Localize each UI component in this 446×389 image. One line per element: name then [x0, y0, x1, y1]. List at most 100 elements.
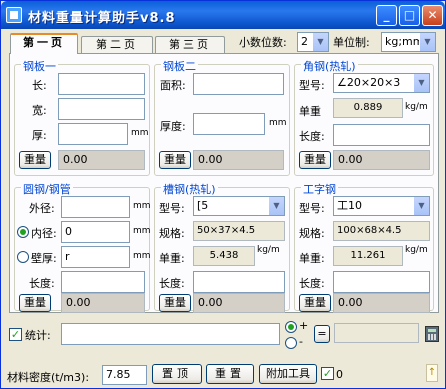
- tube-unit: mm: [133, 251, 151, 261]
- tube-wall-radio[interactable]: [17, 251, 29, 263]
- ibeam-type-select[interactable]: 工10 ▼: [333, 196, 430, 216]
- plate2-area-input[interactable]: [193, 73, 284, 95]
- ibeam-result: 0.00: [333, 293, 430, 313]
- angle-unit-weight-label: 单重: [299, 105, 321, 118]
- decimals-label: 小数位数:: [239, 36, 287, 49]
- channel-spec-value: 50×37×4.5: [193, 221, 285, 241]
- tube-title: 圆钢/钢管: [21, 181, 73, 197]
- angle-length-input[interactable]: [333, 124, 430, 146]
- angle-unit-weight-value: 0.889: [333, 98, 403, 118]
- angle-type-value: ∠20×20×3: [337, 76, 401, 89]
- minimize-button[interactable]: _: [376, 5, 397, 26]
- density-input[interactable]: 7.85: [102, 365, 147, 385]
- angle-type-select[interactable]: ∠20×20×3 ▼: [333, 73, 430, 93]
- channel-type-label: 型号:: [159, 202, 185, 215]
- ibeam-title: 工字钢: [301, 181, 338, 197]
- ibeam-type-label: 型号:: [299, 202, 325, 215]
- plate2-result: 0.00: [193, 150, 284, 170]
- tube-length-input[interactable]: [61, 271, 145, 293]
- stats-label: 统计:: [25, 329, 51, 342]
- extra-tools-checkbox[interactable]: ✓: [321, 367, 334, 380]
- plate1-width-input[interactable]: [58, 98, 145, 120]
- decimals-value: 2: [301, 35, 308, 48]
- plate1-length-input[interactable]: [58, 73, 145, 95]
- stats-minus-label: -: [299, 335, 303, 348]
- ibeam-spec-label: 规格:: [299, 227, 325, 240]
- plate1-length-label: 长:: [32, 79, 47, 92]
- equals-button[interactable]: =: [314, 325, 330, 343]
- tab-page-2[interactable]: 第二页: [81, 36, 153, 54]
- app-window: 材料重量计算助手v8.8 _ □ ✕ 第一页 第二页 第三页 小数位数: 2 ▼…: [0, 0, 446, 389]
- window-title: 材料重量计算助手v8.8: [28, 11, 176, 26]
- tube-inner-input[interactable]: 0: [61, 221, 130, 243]
- channel-weight-button[interactable]: 重量: [159, 294, 191, 312]
- plate1-unit: mm: [131, 128, 149, 138]
- reset-button[interactable]: 重置: [206, 364, 254, 384]
- extra-tools-check-value: 0: [336, 368, 343, 381]
- decimals-select[interactable]: 2 ▼: [297, 32, 329, 52]
- plate2-area-label: 面积:: [160, 79, 186, 92]
- channel-type-value: [5: [197, 199, 209, 212]
- ibeam-length-label: 长度:: [299, 277, 325, 290]
- angle-result: 0.00: [333, 150, 430, 170]
- plate1-width-label: 宽:: [32, 104, 47, 117]
- tube-result: 0.00: [61, 293, 145, 313]
- unit-system-select[interactable]: kg;mm ▼: [381, 32, 436, 52]
- maximize-button[interactable]: □: [399, 5, 420, 26]
- plate2-thickness-label: 厚度:: [160, 120, 186, 133]
- tube-outer-input[interactable]: [61, 196, 130, 218]
- angle-length-label: 长度:: [299, 130, 325, 143]
- tube-unit: mm: [133, 201, 151, 211]
- chevron-down-icon: ▼: [413, 197, 429, 215]
- tube-inner-radio[interactable]: [17, 226, 29, 238]
- channel-unit-weight-value: 5.438: [193, 246, 255, 266]
- angle-title: 角钢(热轧): [301, 58, 358, 74]
- plate1-title: 钢板一: [21, 58, 58, 74]
- ibeam-length-input[interactable]: [333, 271, 430, 293]
- chevron-down-icon: ▼: [419, 33, 435, 51]
- app-icon: [6, 7, 22, 23]
- tube-unit: mm: [133, 226, 151, 236]
- plate1-group: 钢板一 长: 宽: 厚: mm 重量 0.00: [14, 58, 150, 176]
- stats-plus-radio[interactable]: [285, 321, 297, 333]
- stats-input[interactable]: [61, 323, 280, 345]
- plate1-result: 0.00: [58, 150, 145, 170]
- chevron-down-icon: ▼: [413, 74, 429, 92]
- plate1-thickness-input[interactable]: [58, 123, 128, 145]
- tube-weight-button[interactable]: 重量: [19, 294, 51, 312]
- ibeam-unit-weight-unit: kg/m: [405, 245, 428, 255]
- tab-panel: 钢板一 长: 宽: 厚: mm 重量 0.00 钢板二 面积: 厚度: mm 重…: [9, 53, 439, 313]
- title-bar[interactable]: 材料重量计算助手v8.8 _ □ ✕: [1, 1, 445, 29]
- tube-inner-label: 内径:: [31, 227, 57, 240]
- plate2-thickness-input[interactable]: [193, 113, 265, 135]
- tube-wall-input[interactable]: r: [61, 246, 130, 268]
- plate2-unit: mm: [269, 118, 287, 128]
- stats-checkbox[interactable]: ✓: [9, 328, 22, 341]
- tube-group: 圆钢/钢管 外径: mm 内径: 0 mm 壁厚: r mm 长度: 重量 0.…: [14, 181, 151, 313]
- channel-unit-weight-unit: kg/m: [257, 245, 280, 255]
- extra-tools-button[interactable]: 附加工具: [259, 364, 317, 384]
- plate1-weight-button[interactable]: 重量: [19, 151, 51, 169]
- angle-unit-weight-unit: kg/m: [405, 102, 428, 112]
- ibeam-group: 工字钢 型号: 工10 ▼ 规格: 100×68×4.5 单重: 11.261 …: [294, 181, 434, 313]
- pin-top-button[interactable]: 置顶: [152, 364, 202, 384]
- ibeam-weight-button[interactable]: 重量: [299, 294, 331, 312]
- unit-system-label: 单位制:: [333, 36, 370, 49]
- up-arrow-icon[interactable]: ↑: [426, 364, 438, 382]
- channel-group: 槽钢(热轧) 型号: [5 ▼ 规格: 50×37×4.5 单重: 5.438 …: [154, 181, 290, 313]
- channel-spec-label: 规格:: [159, 227, 185, 240]
- angle-weight-button[interactable]: 重量: [299, 151, 331, 169]
- stats-minus-radio[interactable]: [285, 337, 297, 349]
- calculator-icon[interactable]: [425, 326, 439, 342]
- tab-page-1[interactable]: 第一页: [10, 33, 78, 54]
- tab-page-3[interactable]: 第三页: [155, 36, 225, 54]
- channel-title: 槽钢(热轧): [161, 181, 218, 197]
- close-button[interactable]: ✕: [422, 5, 443, 26]
- unit-system-value: kg;mm: [385, 35, 424, 48]
- channel-type-select[interactable]: [5 ▼: [193, 196, 285, 216]
- stats-plus-label: +: [299, 319, 309, 332]
- channel-unit-weight-label: 单重:: [159, 252, 185, 265]
- ibeam-unit-weight-value: 11.261: [333, 246, 403, 266]
- plate2-weight-button[interactable]: 重量: [159, 151, 191, 169]
- channel-length-input[interactable]: [193, 271, 285, 293]
